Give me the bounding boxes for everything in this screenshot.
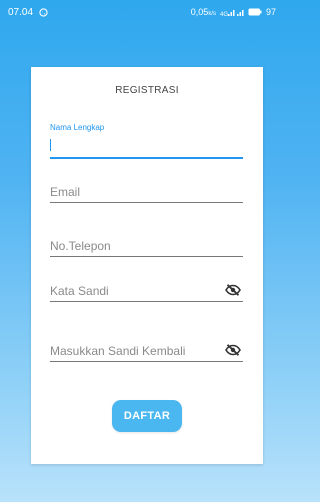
email-input[interactable] [50, 185, 243, 202]
phone-field[interactable] [50, 237, 243, 257]
full-name-underline [50, 157, 243, 159]
email-field[interactable] [50, 183, 243, 203]
full-name-field[interactable]: Nama Lengkap [50, 123, 243, 159]
confirm-password-underline [50, 361, 243, 362]
battery-level: 97 [265, 7, 276, 17]
status-right: 0,05k/s 4G 97 [191, 7, 276, 17]
data-speed: 0,05k/s [190, 7, 216, 17]
eye-off-icon[interactable] [225, 283, 241, 297]
full-name-input[interactable] [50, 140, 243, 157]
text-cursor [50, 139, 51, 151]
full-name-label: Nama Lengkap [50, 123, 105, 132]
eye-off-icon[interactable] [225, 343, 241, 357]
confirm-password-field[interactable] [50, 342, 265, 362]
whatsapp-icon [39, 7, 48, 17]
svg-text:4G: 4G [220, 12, 228, 17]
email-underline [50, 202, 243, 203]
form-title: REGISTRASI [115, 85, 179, 96]
status-left: 07.04 [8, 7, 48, 18]
battery-icon [248, 8, 262, 16]
registration-card: REGISTRASI Nama Lengkap Email No.Telepon… [31, 67, 265, 464]
signal-icon: 4G [220, 8, 244, 17]
register-button[interactable]: DAFTAR [112, 400, 182, 432]
status-bar: 07.04 0,05k/s 4G 97 [0, 0, 282, 24]
phone-underline [50, 256, 243, 257]
password-underline [50, 301, 243, 302]
status-time: 07.04 [8, 6, 34, 18]
password-field[interactable] [50, 282, 265, 302]
phone-input[interactable] [50, 239, 243, 256]
